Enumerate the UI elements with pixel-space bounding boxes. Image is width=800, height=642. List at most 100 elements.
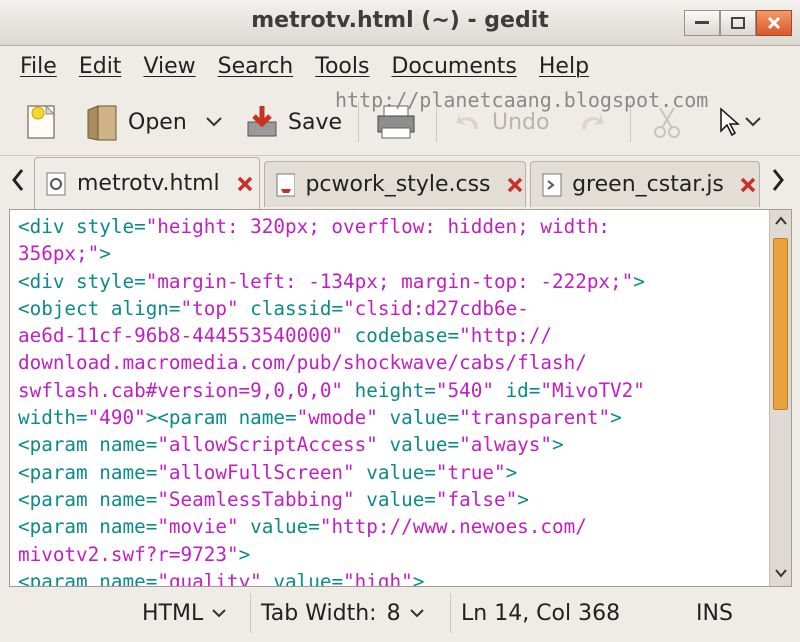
tab-green-cstar[interactable]: green_cstar.js [530, 161, 760, 207]
attribute-value: "MivoTV2" [540, 378, 645, 402]
scroll-down-icon[interactable] [774, 568, 788, 578]
attribute-value: "true" [435, 460, 506, 484]
tag-text: <param name= [18, 569, 158, 587]
code-line[interactable]: <param name="allowFullScreen" value="tru… [18, 459, 763, 486]
open-label: Open [128, 109, 187, 135]
scroll-tabs-right-button[interactable] [770, 167, 786, 200]
code-line[interactable]: <div style="margin-left: -134px; margin-… [18, 268, 763, 295]
attribute-value: swflash.cab#version=9,0,0,0" [18, 378, 344, 402]
title-bar[interactable]: metrotv.html (~) - gedit [0, 0, 800, 46]
attribute-value: "height: 320px; overflow: hidden; width: [145, 215, 611, 238]
code-line[interactable]: ae6d-11cf-96b8-444553540000" codebase="h… [18, 322, 763, 349]
attribute-value: "false" [435, 487, 518, 511]
scrollbar-thumb[interactable] [773, 238, 788, 410]
tab-metrotv[interactable]: metrotv.html [34, 157, 260, 209]
tab-width-value: 8 [386, 600, 401, 626]
tag-text: > [412, 569, 425, 587]
css-file-icon [276, 173, 296, 196]
tab-width-selector[interactable]: Tab Width: 8 [250, 593, 435, 633]
attribute-value: "top" [180, 296, 239, 320]
close-icon [741, 177, 756, 192]
tag-text: width= [18, 406, 88, 430]
code-line[interactable]: download.macromedia.com/pub/shockwave/ca… [18, 349, 763, 376]
code-line[interactable]: 356px;"> [18, 240, 763, 267]
menu-search[interactable]: Search [218, 54, 294, 79]
close-icon [507, 177, 522, 192]
text-editor[interactable]: <div style="height: 320px; overflow: hid… [9, 209, 792, 587]
attribute-value: "490" [87, 406, 146, 430]
tab-width-label: Tab Width: [261, 600, 377, 626]
menu-documents[interactable]: Documents [391, 54, 516, 79]
tab-label: metrotv.html [77, 171, 220, 196]
menu-tools[interactable]: Tools [315, 54, 369, 79]
tag-text: <param name= [18, 515, 158, 539]
tag-text: <param name= [18, 460, 158, 484]
tab-pcwork-style[interactable]: pcwork_style.css [264, 161, 526, 207]
menu-view[interactable]: View [143, 54, 195, 79]
document-tabs: metrotv.html pcwork_style.css green_csta… [0, 157, 800, 209]
language-selector[interactable]: HTML [132, 593, 237, 633]
code-line[interactable]: <object align="top" classid="clsid:d27cd… [18, 295, 763, 322]
tag-text: classid= [238, 296, 344, 320]
save-icon [247, 106, 277, 137]
tag-text: > [517, 487, 529, 511]
scroll-up-icon[interactable] [774, 216, 788, 226]
tag-text: > [633, 269, 645, 293]
menu-file[interactable]: File [20, 54, 57, 79]
code-line[interactable]: <div style="height: 320px; overflow: hid… [18, 213, 763, 240]
save-button[interactable]: Save [244, 100, 342, 144]
open-button[interactable]: Open [84, 100, 223, 144]
code-line[interactable]: mivotv2.swf?r=9723"> [18, 541, 763, 568]
close-tab-button[interactable] [505, 174, 525, 196]
insert-mode: INS [686, 593, 743, 633]
chevron-left-icon [12, 169, 24, 191]
close-tab-button[interactable] [234, 173, 256, 195]
attribute-value: "http:// [459, 324, 553, 348]
code-line[interactable]: <param name="quality" value="high"> [18, 568, 763, 587]
tag-text: <div style= [18, 215, 146, 238]
code-line[interactable]: width="490"><param name="wmode" value="t… [18, 404, 763, 431]
attribute-value: "movie" [157, 515, 239, 539]
chevron-down-icon[interactable] [205, 116, 223, 128]
tag-text: ><param name= [145, 406, 297, 430]
chevron-right-icon [772, 169, 784, 191]
close-tab-button[interactable] [738, 174, 759, 196]
chevron-down-icon [745, 117, 761, 127]
chevron-down-icon [409, 609, 424, 618]
attribute-value: "SeamlessTabbing" [157, 487, 355, 511]
gedit-window: metrotv.html (~) - gedit File Edit View … [0, 0, 800, 642]
code-line[interactable]: <param name="allowScriptAccess" value="a… [18, 431, 763, 458]
chevron-down-icon [212, 609, 226, 618]
tag-text: value= [354, 487, 436, 511]
cursor-position: Ln 14, Col 368 [450, 593, 630, 633]
code-line[interactable]: <param name="SeamlessTabbing" value="fal… [18, 486, 763, 513]
close-icon [237, 176, 252, 191]
tag-text: > [238, 542, 251, 566]
undo-label: Undo [492, 109, 550, 135]
code-line[interactable]: <param name="movie" value="http://www.ne… [18, 513, 763, 540]
menu-help[interactable]: Help [539, 54, 589, 79]
tag-text: codebase= [343, 324, 460, 348]
window-controls [684, 10, 792, 36]
maximize-button[interactable] [720, 10, 756, 36]
attribute-value: "http://www.newoes.com/ [319, 515, 587, 539]
attribute-value: "quality" [157, 569, 262, 587]
attribute-value: "margin-left: -134px; margin-top: -222px… [145, 269, 634, 293]
watermark-text: http://planetcaang.blogspot.com [335, 88, 709, 112]
open-folder-icon [87, 105, 117, 141]
attribute-value: mivotv2.swf?r=9723" [18, 542, 239, 566]
vertical-scrollbar[interactable] [769, 210, 791, 586]
menu-edit[interactable]: Edit [79, 54, 122, 79]
code-content[interactable]: <div style="height: 320px; overflow: hid… [18, 213, 763, 587]
close-window-button[interactable] [756, 10, 792, 36]
new-document-icon [27, 104, 56, 139]
toolbar: Open Save Undo http://planetcaang.blogsp… [0, 86, 800, 156]
more-tools-button[interactable] [718, 100, 762, 144]
minimize-button[interactable] [684, 10, 720, 36]
scroll-tabs-left-button[interactable] [10, 167, 26, 200]
code-line[interactable]: swflash.cab#version=9,0,0,0" height="540… [18, 377, 763, 404]
new-button[interactable] [22, 100, 62, 144]
tag-text: value= [261, 569, 344, 587]
mouse-cursor-icon [720, 107, 740, 137]
tag-text: > [552, 433, 564, 457]
